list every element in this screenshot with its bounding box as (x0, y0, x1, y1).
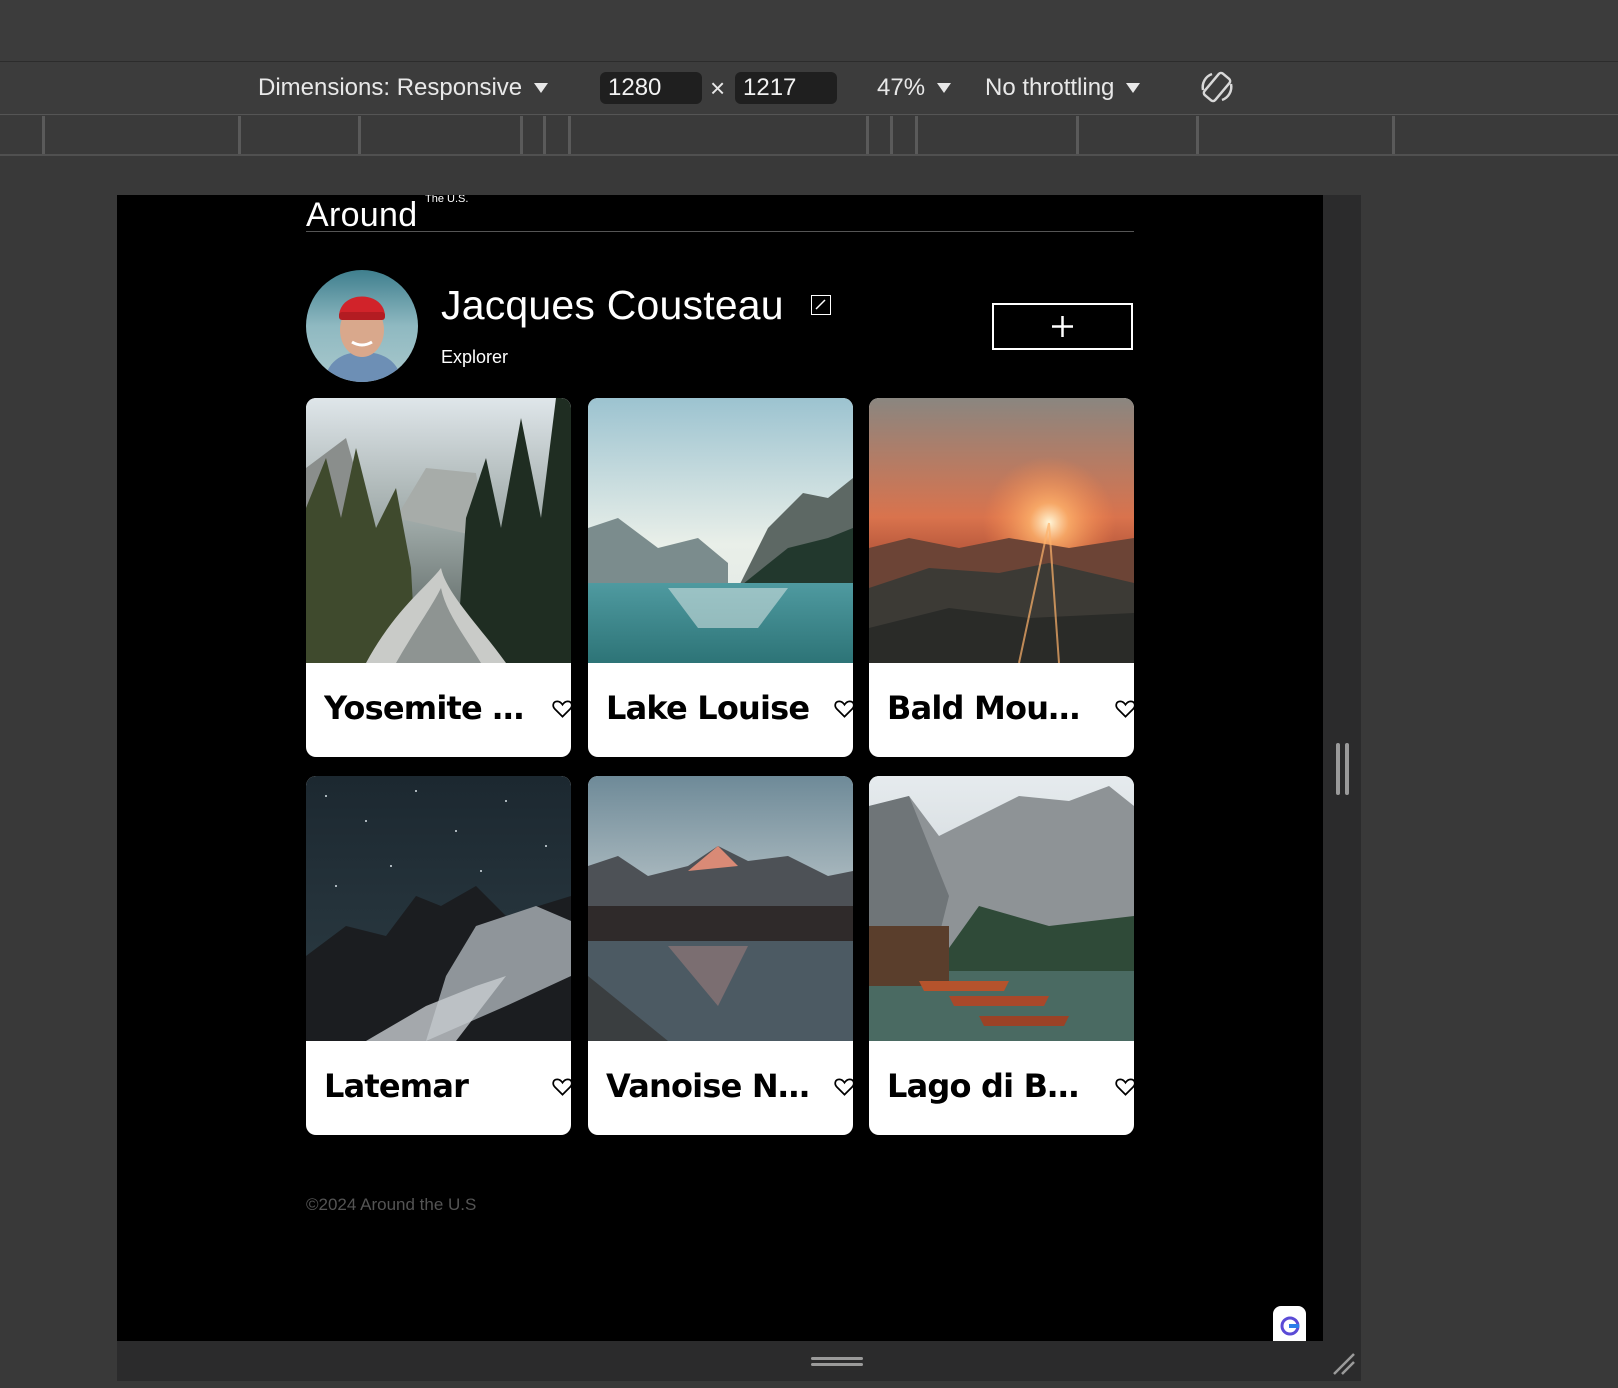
card-image-latemar[interactable] (306, 776, 571, 1041)
extension-logo-icon (1280, 1316, 1300, 1336)
like-heart-icon[interactable] (1115, 1077, 1134, 1097)
card-image-yosemite[interactable] (306, 398, 571, 663)
ruler-tick (915, 116, 918, 154)
devtools-top-strip (0, 0, 1618, 62)
pencil-icon (815, 299, 826, 310)
extension-icon[interactable] (1273, 1306, 1306, 1341)
like-heart-icon[interactable] (552, 1077, 571, 1097)
device-toolbar: Dimensions: Responsive 1280 × 1217 47% N… (0, 62, 1618, 115)
page-viewport: Around The U.S. Jacques Cousteau Explore… (117, 195, 1323, 1341)
chevron-down-icon (534, 83, 549, 93)
edit-profile-button[interactable] (811, 295, 831, 315)
place-card: Vanoise National Park (588, 776, 853, 1135)
ruler-tick (1076, 116, 1079, 154)
corner-resize-icon[interactable] (1330, 1350, 1356, 1376)
ruler-tick (238, 116, 241, 154)
header-divider (306, 231, 1134, 232)
width-input[interactable]: 1280 (600, 72, 702, 104)
throttling-label: No throttling (985, 74, 1115, 101)
chevron-down-icon (1126, 83, 1141, 93)
avatar-image (306, 270, 418, 382)
height-input[interactable]: 1217 (735, 72, 837, 104)
ruler-tick (543, 116, 546, 154)
side-resize-handle[interactable] (1336, 743, 1340, 795)
profile-name: Jacques Cousteau (441, 282, 784, 328)
place-card: Latemar (306, 776, 571, 1135)
footer-copyright: ©2024 Around the U.S (306, 1195, 477, 1214)
ruler-tick (890, 116, 893, 154)
card-image-vanoise[interactable] (588, 776, 853, 1041)
card-title: Lago di Braies (887, 1067, 1092, 1105)
card-title: Lake Louise (606, 689, 810, 727)
like-heart-icon[interactable] (1115, 699, 1134, 719)
bottom-resize-handle[interactable] (811, 1357, 863, 1360)
dimensions-dropdown[interactable]: Dimensions: Responsive (258, 74, 549, 102)
place-card: Lake Louise (588, 398, 853, 757)
plus-icon (1052, 316, 1073, 337)
like-heart-icon[interactable] (834, 699, 853, 719)
card-image-lago-di-braies[interactable] (869, 776, 1134, 1041)
card-title: Bald Mountains (887, 689, 1092, 727)
chevron-down-icon (937, 83, 952, 93)
zoom-dropdown[interactable]: 47% (877, 74, 952, 102)
site-logo-superscript: The U.S. (425, 195, 469, 205)
card-image-bald-mountains[interactable] (869, 398, 1134, 663)
ruler-tick (358, 116, 361, 154)
card-title: Yosemite Valley (324, 689, 529, 727)
add-place-button[interactable] (992, 303, 1133, 350)
avatar[interactable] (306, 270, 418, 382)
zoom-label: 47% (877, 74, 926, 101)
place-card: Bald Mountains (869, 398, 1134, 757)
times-symbol: × (710, 73, 726, 103)
media-query-ruler (0, 116, 1618, 156)
throttling-dropdown[interactable]: No throttling (985, 74, 1141, 102)
ruler-tick (520, 116, 523, 154)
ruler-tick (42, 116, 45, 154)
profile-about: Explorer (441, 347, 509, 367)
like-heart-icon[interactable] (834, 1077, 853, 1097)
place-card: Yosemite Valley (306, 398, 571, 757)
rotate-device-icon[interactable] (1198, 68, 1236, 106)
dimensions-label: Dimensions: Responsive (258, 74, 523, 101)
card-title: Latemar (324, 1067, 469, 1105)
bottom-resize-handle[interactable] (811, 1363, 863, 1366)
ruler-tick (1392, 116, 1395, 154)
side-resize-handle[interactable] (1345, 743, 1349, 795)
ruler-tick (568, 116, 571, 154)
card-title: Vanoise National Park (606, 1067, 811, 1105)
ruler-tick (866, 116, 869, 154)
place-card: Lago di Braies (869, 776, 1134, 1135)
site-logo[interactable]: Around (306, 195, 417, 235)
device-side-resize-bar[interactable] (1323, 195, 1361, 1341)
like-heart-icon[interactable] (552, 699, 571, 719)
card-image-lake-louise[interactable] (588, 398, 853, 663)
ruler-tick (1196, 116, 1199, 154)
device-bottom-resize-bar[interactable] (117, 1341, 1361, 1381)
